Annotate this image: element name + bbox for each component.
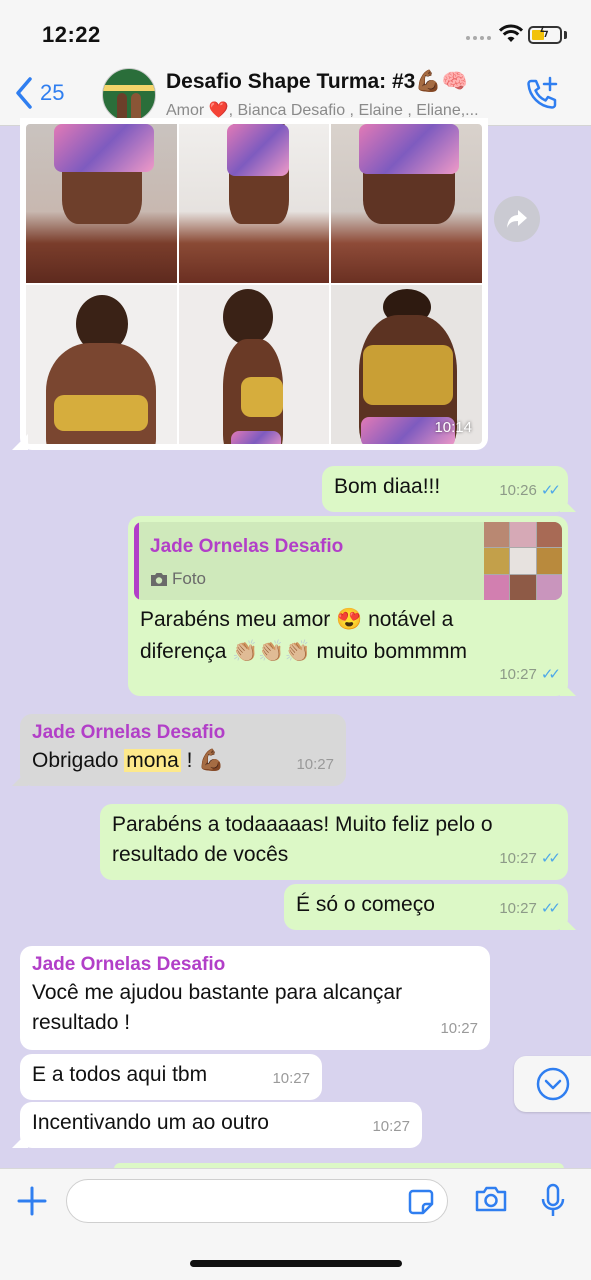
photo-tile: [178, 124, 330, 283]
outgoing-message[interactable]: É só o começo 10:27 ✓✓: [284, 884, 576, 930]
status-bar: 12:22 ϟ: [0, 0, 591, 64]
double-check-icon: ✓✓: [540, 482, 561, 499]
quoted-message[interactable]: Jade Ornelas Desafio Foto: [134, 522, 562, 600]
message-text: Incentivando um ao outro: [32, 1111, 269, 1134]
quoted-type-label: Foto: [172, 569, 207, 588]
message-text: É só o começo: [296, 893, 435, 916]
wifi-icon: [498, 24, 524, 42]
signal-icon: [466, 36, 491, 40]
group-members[interactable]: Amor ❤️, Bianca Desafio , Elaine , Elian…: [166, 100, 479, 120]
back-button[interactable]: 25: [14, 76, 64, 110]
unread-count: 25: [40, 80, 65, 105]
photo-collage[interactable]: 10:14: [26, 124, 482, 444]
message-text: E a todos aqui tbm: [32, 1063, 208, 1086]
status-time: 12:22: [42, 22, 101, 47]
outgoing-message[interactable]: Parabéns a todaaaaas! Muito feliz pelo o…: [100, 804, 568, 880]
microphone-icon: [541, 1183, 565, 1216]
forward-icon: [507, 210, 527, 228]
incoming-message[interactable]: Jade Ornelas Desafio Obrigado mona ! 💪🏾 …: [12, 714, 346, 786]
chevron-down-icon: [536, 1067, 569, 1101]
camera-icon: [151, 572, 167, 586]
add-call-icon: [527, 76, 558, 109]
photo-message[interactable]: 10:14: [12, 118, 488, 450]
message-time: 10:27: [499, 666, 537, 683]
quoted-sender: Jade Ornelas Desafio: [150, 536, 344, 557]
message-time: 10:27: [440, 1020, 478, 1037]
message-time-status: 10:27 ✓✓: [499, 660, 561, 690]
message-time: 10:27: [296, 756, 334, 773]
message-line: Parabéns meu amor 😍 notável a: [140, 608, 454, 631]
message-time: 10:26: [499, 482, 537, 499]
photo-tile: [331, 124, 482, 283]
chat-header: 25 Desafio Shape Turma: #3💪🏾🧠 Amor ❤️, B…: [0, 64, 591, 126]
quoted-thumbnail: [484, 522, 562, 600]
message-line: diferença 👏🏼👏🏼👏🏼 muito bommmm: [140, 640, 468, 663]
group-title[interactable]: Desafio Shape Turma: #3💪🏾🧠: [166, 70, 468, 94]
home-indicator: [190, 1260, 402, 1267]
message-time-status: 10:26 ✓✓: [499, 476, 561, 506]
message-time: 10:27: [499, 850, 537, 867]
charging-icon: ϟ: [540, 24, 549, 41]
double-check-icon: ✓✓: [540, 850, 561, 867]
message-text: Parabéns a todaaaaas! Muito feliz pelo o…: [112, 813, 493, 866]
microphone-button[interactable]: [540, 1183, 566, 1224]
message-text: Obrigado mona ! 💪🏾: [32, 749, 225, 772]
sender-name: Jade Ornelas Desafio: [32, 722, 226, 743]
message-text: Bom diaa!!!: [334, 475, 441, 498]
message-time: 10:14: [434, 419, 472, 436]
sender-name: Jade Ornelas Desafio: [32, 954, 226, 975]
outgoing-message[interactable]: Bom diaa!!! 10:26 ✓✓: [322, 466, 576, 512]
double-check-icon: ✓✓: [540, 666, 561, 683]
sticker-icon: [408, 1189, 434, 1215]
sticker-button[interactable]: [408, 1189, 434, 1220]
incoming-message[interactable]: E a todos aqui tbm 10:27: [20, 1054, 322, 1100]
message-time-status: 10:27 ✓✓: [499, 894, 561, 924]
message-text: Você me ajudou bastante para alcançar re…: [32, 981, 403, 1034]
search-highlight: mona: [124, 749, 181, 772]
camera-button[interactable]: [474, 1185, 508, 1218]
message-text: Parabéns meu amor 😍 notável a diferença …: [140, 604, 467, 668]
message-time: 10:27: [372, 1118, 410, 1135]
message-time: 10:27: [499, 900, 537, 917]
forward-button[interactable]: [494, 196, 540, 242]
message-input[interactable]: [66, 1179, 448, 1223]
plus-icon: [17, 1186, 47, 1216]
add-call-button[interactable]: [524, 76, 560, 117]
quoted-type: Foto: [150, 564, 206, 594]
double-check-icon: ✓✓: [540, 900, 561, 917]
incoming-message[interactable]: Incentivando um ao outro 10:27: [12, 1102, 422, 1148]
attach-button[interactable]: [16, 1185, 48, 1222]
message-time: 10:27: [272, 1070, 310, 1087]
back-chevron-icon: [16, 77, 32, 109]
group-avatar[interactable]: [102, 68, 156, 122]
photo-tile: [178, 285, 330, 444]
outgoing-reply-message[interactable]: Jade Ornelas Desafio Foto Parabéns meu a…: [128, 516, 576, 696]
photo-tile: [26, 285, 177, 444]
message-time-status: 10:27 ✓✓: [499, 844, 561, 874]
camera-icon: [475, 1186, 507, 1212]
photo-tile: [26, 124, 177, 283]
incoming-message[interactable]: Jade Ornelas Desafio Você me ajudou bast…: [20, 946, 490, 1050]
scroll-to-bottom-button[interactable]: [514, 1056, 591, 1112]
